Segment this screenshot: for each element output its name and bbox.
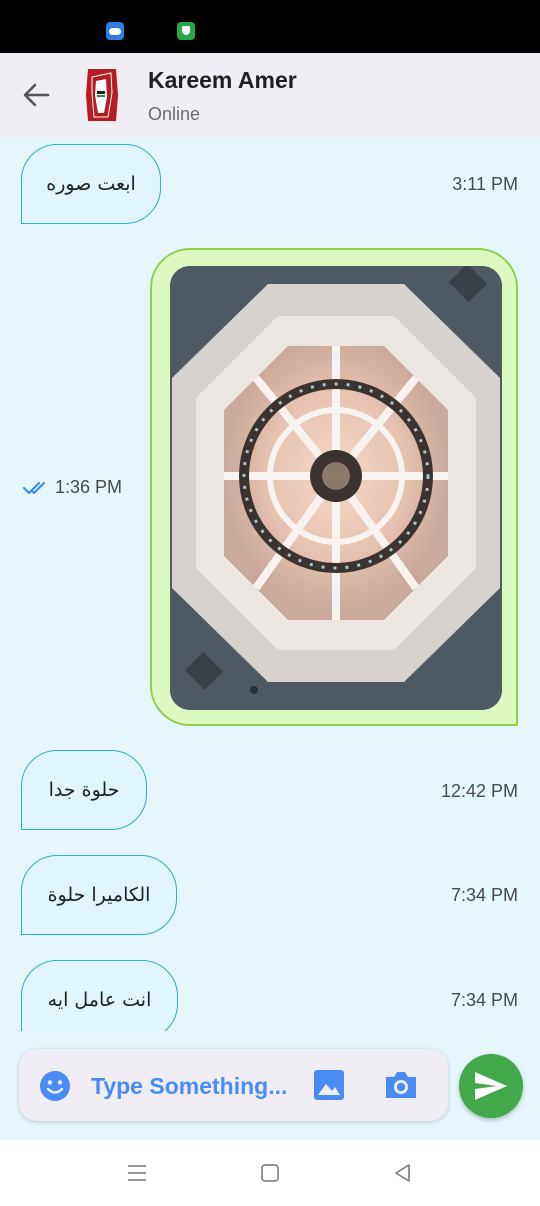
shield-icon: [177, 22, 195, 40]
message-time: 1:36 PM: [55, 477, 123, 497]
home-nav-icon[interactable]: [255, 1160, 285, 1186]
message-bubble-incoming[interactable]: ابعت صوره: [21, 144, 161, 224]
camera-icon[interactable]: [383, 1069, 419, 1106]
message-input[interactable]: Type Something...: [91, 1073, 287, 1100]
emoji-icon[interactable]: [39, 1070, 71, 1107]
system-nav-bar: [0, 1140, 540, 1206]
image-icon[interactable]: [313, 1069, 345, 1106]
message-bubble-incoming[interactable]: انت عامل ايه: [21, 960, 178, 1031]
double-check-icon: [22, 481, 46, 495]
back-arrow-icon[interactable]: [18, 77, 54, 113]
message-time: 7:34 PM: [450, 990, 518, 1010]
message-bubble-outgoing-image[interactable]: [150, 248, 518, 726]
chat-header: Kareem Amer Online: [0, 53, 540, 138]
message-text: ابعت صوره: [46, 173, 136, 195]
send-icon: [475, 1072, 507, 1100]
message-text: الكاميرا حلوة: [47, 884, 151, 906]
message-text: حلوة جدا: [48, 779, 120, 801]
menu-nav-icon[interactable]: [122, 1160, 152, 1186]
message-text: انت عامل ايه: [47, 989, 152, 1011]
contact-status: Online: [148, 104, 201, 124]
message-bubble-incoming[interactable]: حلوة جدا: [21, 750, 147, 830]
weather-icon: [106, 22, 124, 40]
status-bar: [0, 0, 540, 53]
message-time: 7:34 PM: [450, 885, 518, 905]
contact-name[interactable]: Kareem Amer: [148, 67, 297, 94]
send-button[interactable]: [459, 1054, 523, 1118]
message-time: 12:42 PM: [440, 781, 518, 801]
back-nav-icon[interactable]: [388, 1160, 418, 1186]
message-composer: Type Something...: [19, 1049, 448, 1121]
message-photo[interactable]: [170, 266, 502, 710]
message-time: 3:11 PM: [452, 174, 518, 194]
message-bubble-incoming[interactable]: الكاميرا حلوة: [21, 855, 177, 935]
message-list[interactable]: ابعت صوره 3:11 PM 1:36 PM حلوة جدا 12:42…: [0, 138, 540, 1031]
avatar[interactable]: [82, 63, 122, 127]
